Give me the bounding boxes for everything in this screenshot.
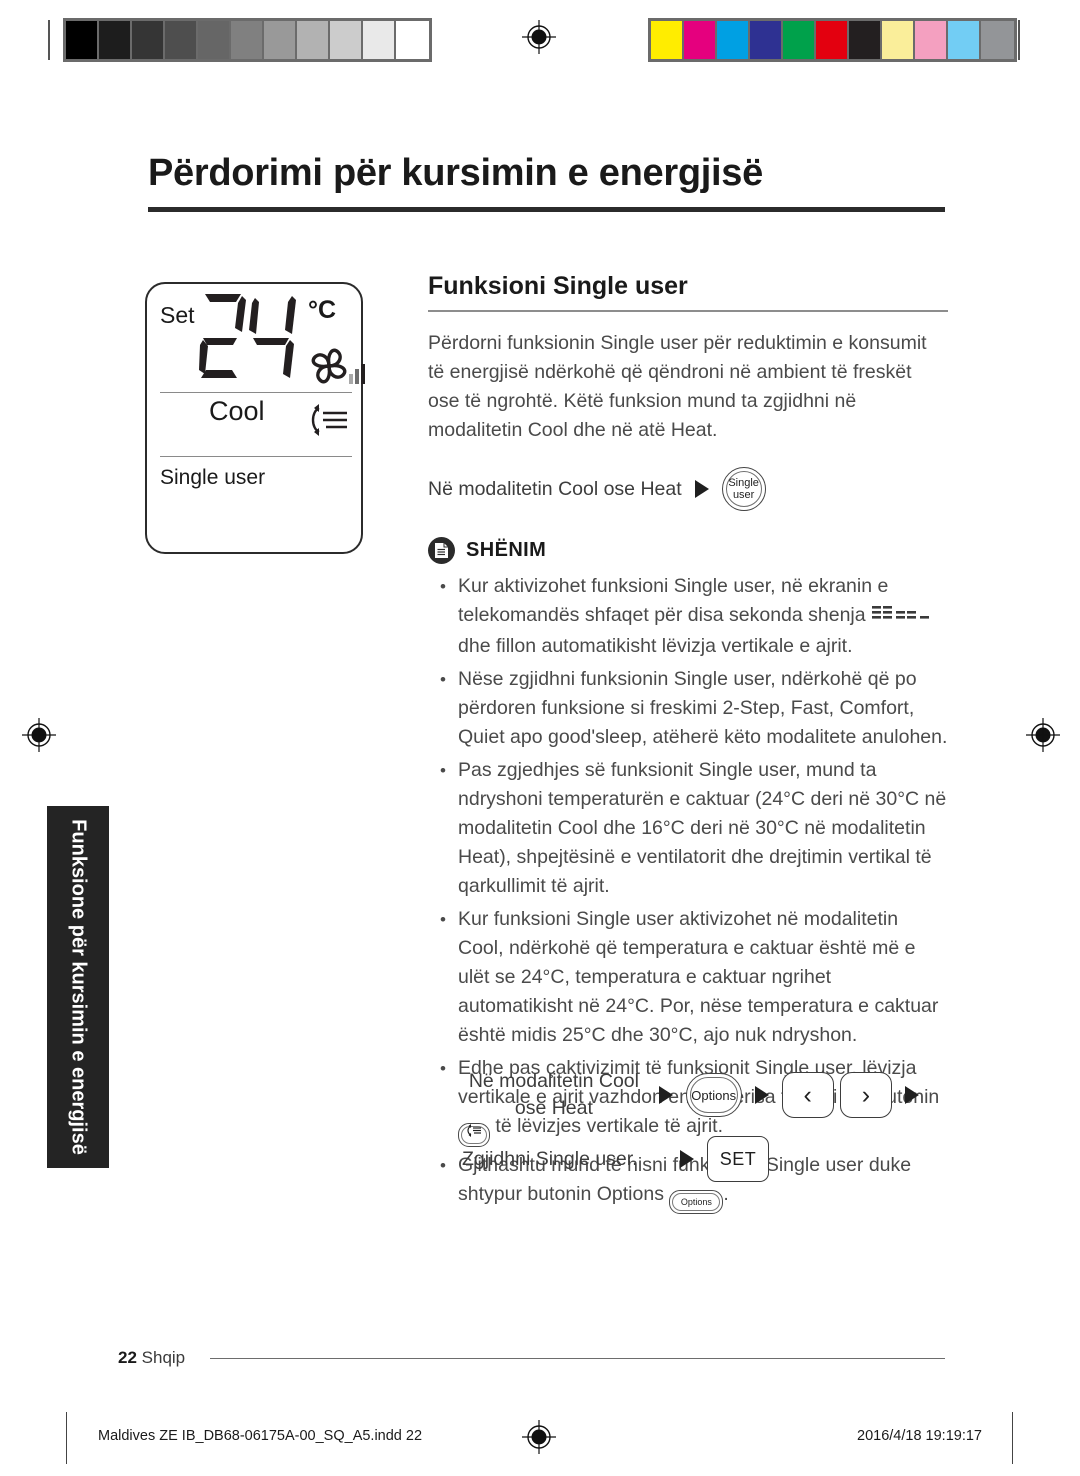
fan-speed-icon (307, 346, 367, 393)
grayscale-swatch (231, 21, 264, 59)
options-button-label: Options (691, 1087, 737, 1103)
print-slug-filename: Maldives ZE IB_DB68-06175A-00_SQ_A5.indd… (98, 1428, 423, 1444)
note-item: Pas zgjedhjes së funksionit Single user,… (428, 756, 948, 901)
display-temperature-digits (197, 290, 307, 391)
options-button[interactable]: Options (685, 1073, 742, 1117)
color-swatch (816, 21, 849, 59)
grayscale-swatch (396, 21, 429, 59)
folio-rule (210, 1358, 945, 1359)
note-item-text: Nëse zgjidhni funksionin Single user, nd… (458, 668, 948, 748)
options-button-inline-label: Options (680, 1196, 712, 1207)
display-temperature-unit: °C (308, 296, 337, 324)
note-item-text: Kur funksioni Single user aktivizohet në… (458, 908, 939, 1046)
set-button[interactable]: SET (707, 1136, 769, 1182)
trim-mark-left (66, 1412, 67, 1464)
folio-language: Shqip (141, 1348, 186, 1367)
arrow-right-icon (658, 1086, 673, 1104)
grayscale-swatch (66, 21, 99, 59)
arrow-right-icon (905, 1086, 919, 1104)
note-header: SHËNIM (428, 537, 948, 564)
air-swing-icon (305, 402, 351, 443)
grayscale-swatch (297, 21, 330, 59)
color-bar (648, 18, 1017, 62)
grayscale-swatch (165, 21, 198, 59)
color-swatch (783, 21, 816, 59)
display-set-label: Set (160, 302, 195, 328)
registration-mark-right (1026, 718, 1060, 752)
color-swatch (849, 21, 882, 59)
procedure-row-1-label: Në modalitetin Cool ose Heat (468, 1070, 639, 1119)
grayscale-swatch (264, 21, 297, 59)
calibration-tick-right (1018, 20, 1020, 60)
calibration-tick-left (48, 20, 50, 60)
registration-mark-left (22, 718, 56, 752)
single-user-button-line1: Single (728, 477, 759, 489)
color-swatch (684, 21, 717, 59)
note-item: Kur funksioni Single user aktivizohet në… (428, 905, 948, 1050)
section-underline (428, 310, 948, 312)
display-single-user-label: Single user (160, 466, 266, 489)
display-divider-lower (160, 456, 352, 457)
chapter-side-tab: Funksione për kursimin e energjisë (47, 806, 109, 1168)
lcd-segments-icon (872, 603, 934, 632)
remote-display-illustration: Set °C Cool Single user (145, 282, 365, 554)
print-slug-timestamp: 2016/4/18 19:19:17 (857, 1428, 982, 1444)
trim-mark-right (1012, 1412, 1013, 1464)
mode-flow-line: Në modalitetin Cool ose Heat Single user (428, 467, 948, 511)
procedure-row-2: Zgjidhni Single user. SET (462, 1136, 932, 1182)
grayscale-swatch (330, 21, 363, 59)
procedure-row-1: Në modalitetin Cool ose Heat Options ‹ › (462, 1068, 932, 1122)
next-button[interactable]: › (839, 1072, 892, 1118)
registration-mark-top (522, 20, 556, 54)
section-heading: Funksioni Single user (428, 272, 688, 300)
procedure-row-2-label: Zgjidhni Single user. (462, 1147, 638, 1170)
display-mode-label: Cool (209, 396, 265, 426)
previous-button[interactable]: ‹ (781, 1072, 834, 1118)
chapter-side-tab-label: Funksione për kursimin e energjisë (67, 819, 90, 1155)
color-swatch (651, 21, 684, 59)
note-item-text-before: Kur aktivizohet funksioni Single user, n… (458, 575, 889, 626)
procedure-block: Në modalitetin Cool ose Heat Options ‹ ›… (462, 1068, 932, 1196)
note-item-text: Pas zgjedhjes së funksionit Single user,… (458, 759, 947, 897)
grayscale-swatch (99, 21, 132, 59)
folio: 22 Shqip (118, 1348, 185, 1368)
grayscale-swatch (363, 21, 396, 59)
note-document-icon (428, 537, 455, 564)
title-underline (148, 207, 945, 212)
arrow-right-icon (680, 1150, 694, 1168)
color-swatch (750, 21, 783, 59)
display-divider-upper (160, 392, 352, 393)
grayscale-swatch (132, 21, 165, 59)
color-swatch (882, 21, 915, 59)
section-intro-paragraph: Përdorni funksionin Single user për redu… (428, 332, 927, 441)
grayscale-swatch (198, 21, 231, 59)
registration-mark-bottom (522, 1420, 556, 1454)
arrow-right-icon (694, 480, 709, 498)
note-item: Kur aktivizohet funksioni Single user, n… (428, 572, 948, 661)
color-swatch (948, 21, 981, 59)
note-item: Nëse zgjidhni funksionin Single user, nd… (428, 665, 948, 752)
grayscale-bar (63, 18, 432, 62)
page-title: Përdorimi për kursimin e energjisë (148, 152, 763, 194)
color-swatch (981, 21, 1014, 59)
color-swatch (915, 21, 948, 59)
note-title: SHËNIM (466, 539, 547, 561)
folio-page-number: 22 (118, 1348, 137, 1367)
air-swing-glyph (466, 1120, 483, 1149)
note-item-text-after: dhe fillon automatikisht lëvizja vertika… (458, 635, 853, 657)
color-swatch (717, 21, 750, 59)
arrow-right-icon (754, 1086, 769, 1104)
single-user-button[interactable]: Single user (721, 467, 766, 511)
mode-flow-text: Në modalitetin Cool ose Heat (428, 477, 682, 500)
single-user-button-line2: user (732, 489, 755, 501)
